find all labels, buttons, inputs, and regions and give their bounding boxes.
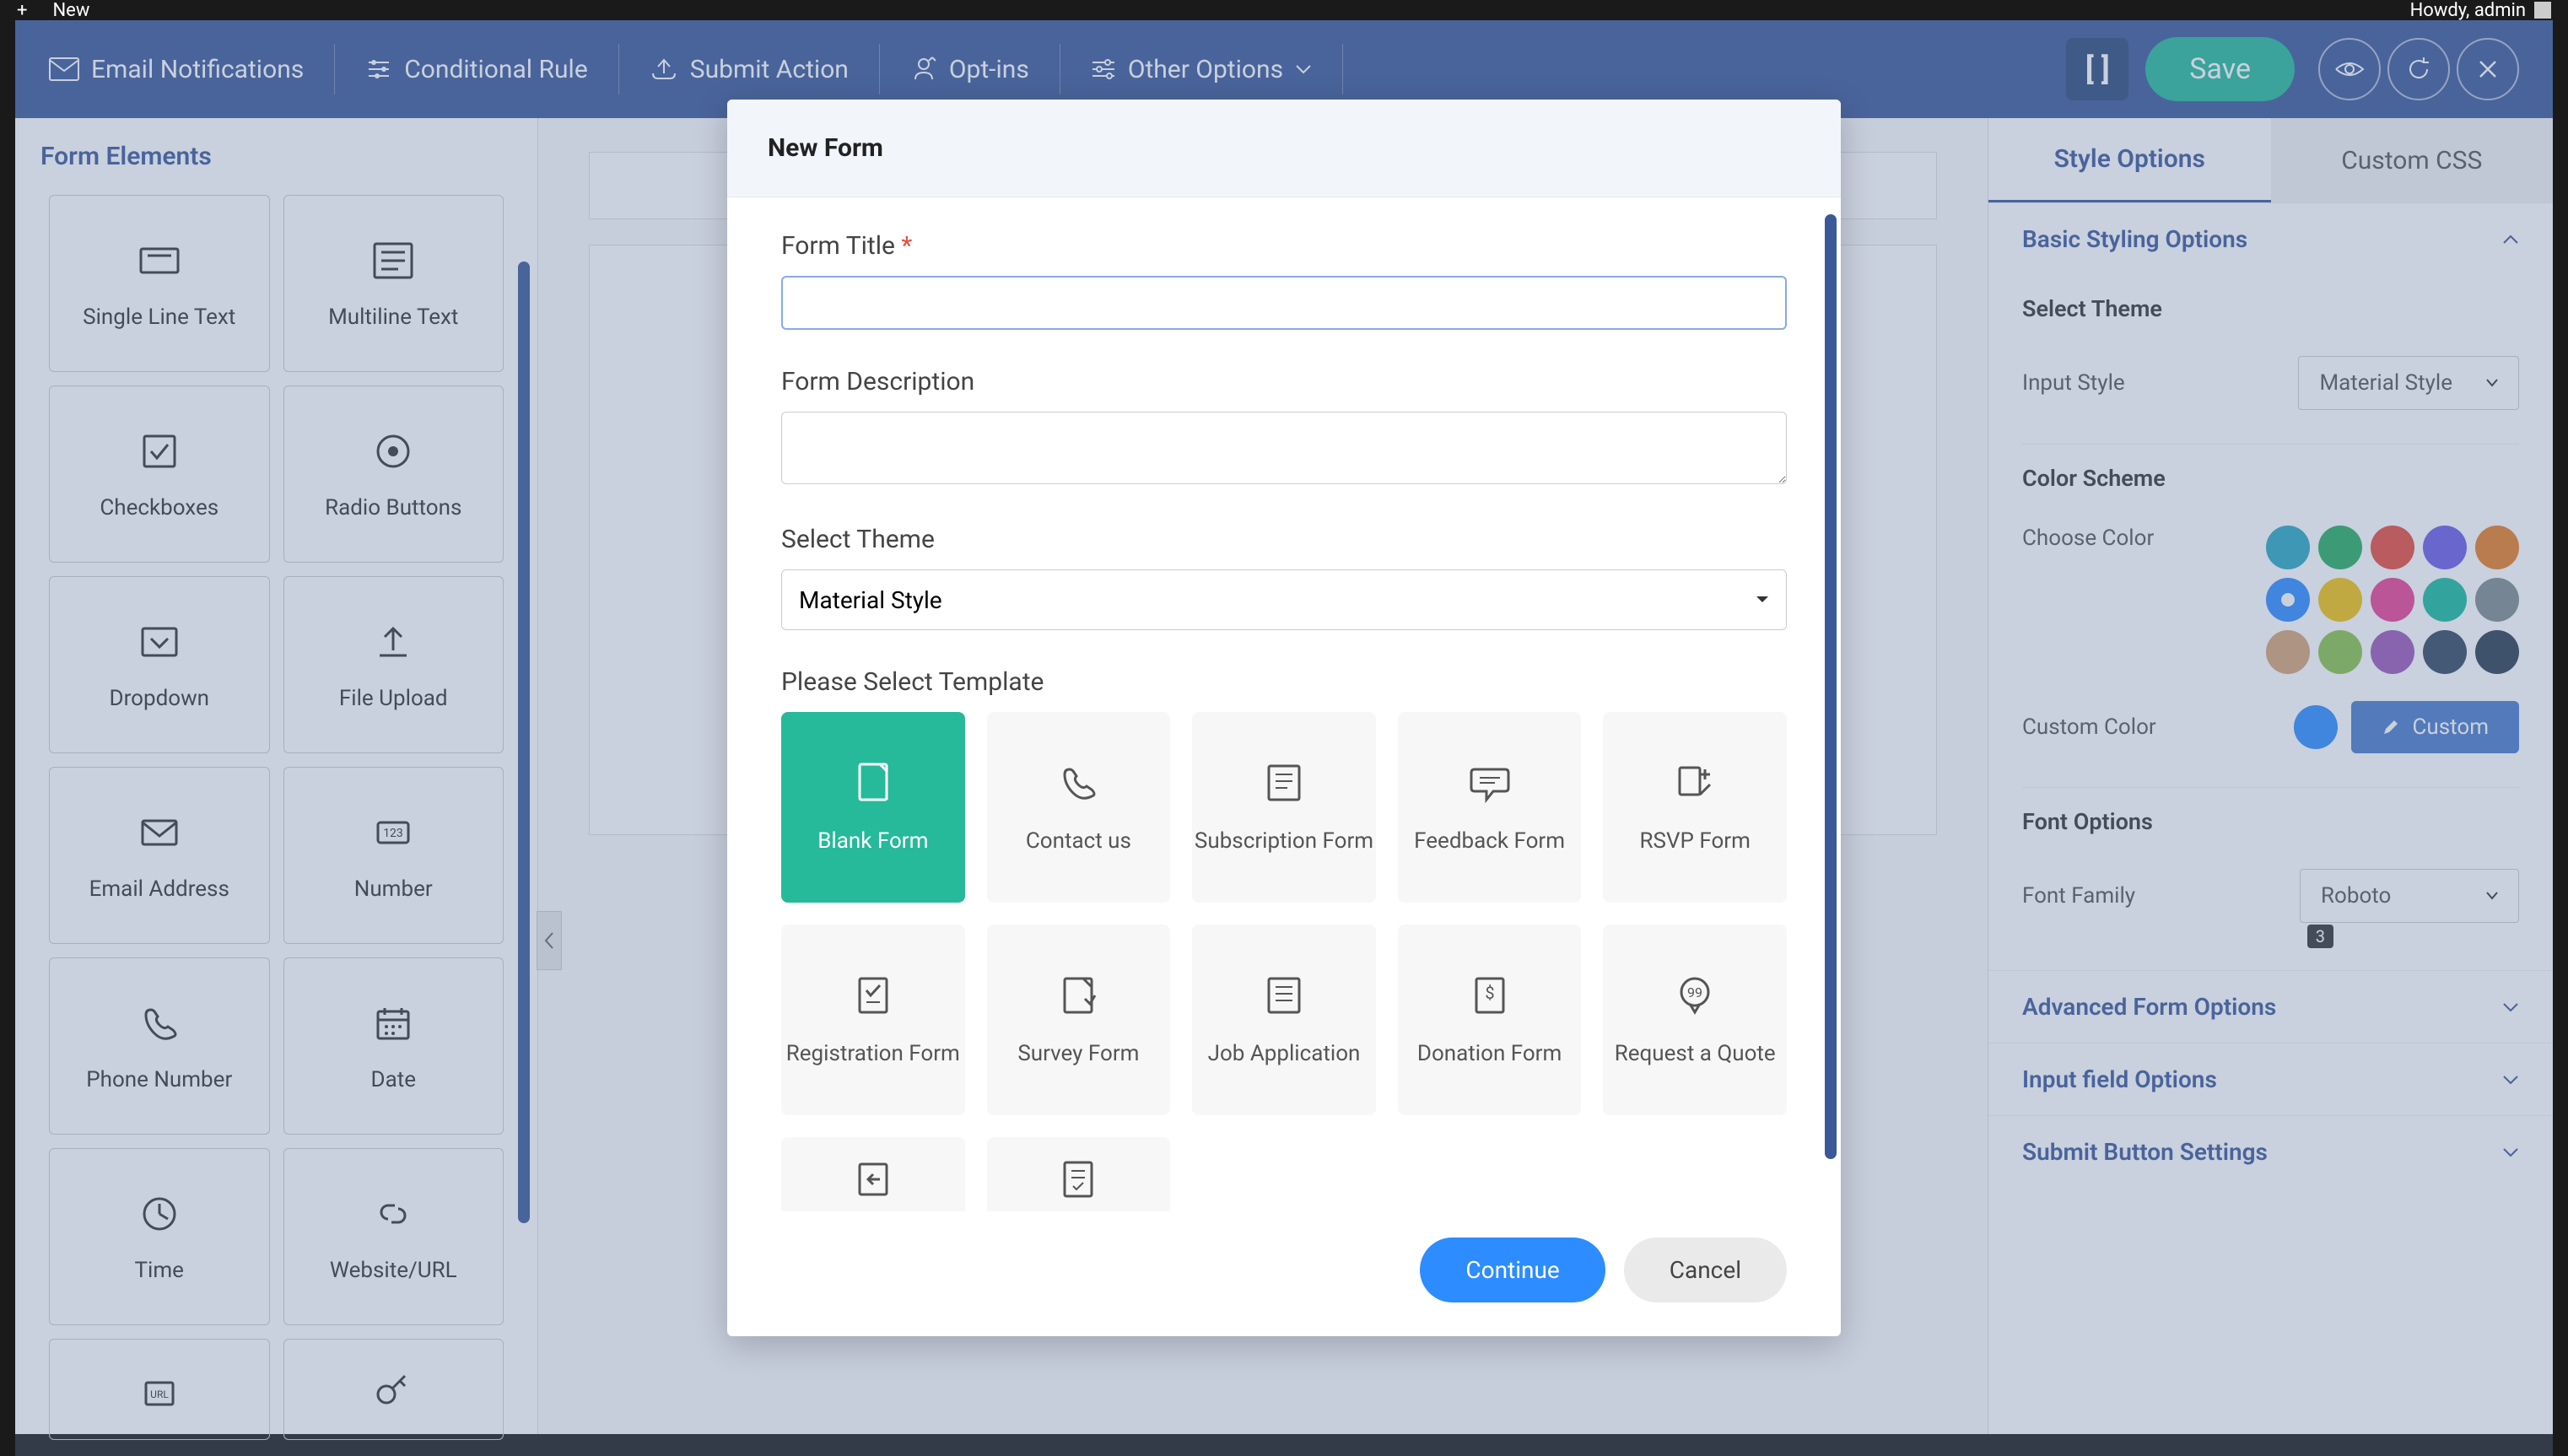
template-donation-form[interactable]: $ Donation Form xyxy=(1398,925,1582,1115)
form-description-label: Form Description xyxy=(781,367,1787,396)
template-icon xyxy=(1670,758,1720,808)
plus-icon[interactable]: + xyxy=(17,0,27,21)
template-contact-us[interactable]: Contact us xyxy=(987,712,1171,903)
modal-scrollbar[interactable] xyxy=(1825,214,1837,1159)
avatar[interactable] xyxy=(2534,2,2551,19)
template-label: Contact us xyxy=(1026,827,1131,856)
select-template-label: Please Select Template xyxy=(781,667,1787,697)
template-label: Survey Form xyxy=(1017,1039,1139,1069)
template-icon xyxy=(848,1154,898,1205)
template-job-application[interactable]: Job Application xyxy=(1192,925,1376,1115)
template-label: Subscription Form xyxy=(1195,827,1373,856)
template-icon xyxy=(848,758,898,808)
template-label: Donation Form xyxy=(1417,1039,1562,1069)
template-icon: $ xyxy=(1465,970,1515,1021)
new-link[interactable]: New xyxy=(52,0,89,21)
select-theme-label: Select Theme xyxy=(781,525,1787,554)
template-rsvp-form[interactable]: RSVP Form xyxy=(1603,712,1787,903)
modal-title: New Form xyxy=(727,100,1841,197)
template-icon xyxy=(848,970,898,1021)
svg-text:99: 99 xyxy=(1687,984,1702,1000)
template-label: Job Application xyxy=(1208,1039,1361,1069)
template-label: RSVP Form xyxy=(1639,827,1750,856)
new-form-modal: New Form Form Title * Form Description S… xyxy=(727,100,1841,1336)
template-registration-form[interactable]: Registration Form xyxy=(781,925,965,1115)
template-request-a-quote[interactable]: 99 Request a Quote xyxy=(1603,925,1787,1115)
caret-down-icon xyxy=(1756,596,1769,604)
template-survey-form[interactable]: Survey Form xyxy=(987,925,1171,1115)
template-subscription-form[interactable]: Subscription Form xyxy=(1192,712,1376,903)
modal-overlay: New Form Form Title * Form Description S… xyxy=(15,20,2553,1456)
template-icon xyxy=(1053,758,1103,808)
form-title-input[interactable] xyxy=(781,276,1787,330)
template-feedback-form[interactable]: Feedback Form xyxy=(1398,712,1582,903)
template-label: Request a Quote xyxy=(1615,1039,1776,1069)
template-icon xyxy=(1259,970,1309,1021)
template-label: Blank Form xyxy=(817,827,928,856)
template-blank-form[interactable]: Blank Form xyxy=(781,712,965,903)
template-icon xyxy=(1053,970,1103,1021)
user-greeting[interactable]: Howdy, admin xyxy=(2410,0,2526,21)
form-description-input[interactable] xyxy=(781,412,1787,484)
template-icon: 99 xyxy=(1670,970,1720,1021)
modal-footer: Continue Cancel xyxy=(727,1211,1841,1336)
svg-text:$: $ xyxy=(1485,983,1494,1003)
template-card[interactable] xyxy=(781,1137,965,1211)
modal-body: Form Title * Form Description Select The… xyxy=(727,197,1841,1211)
theme-select[interactable]: Material Style xyxy=(781,569,1787,630)
continue-button[interactable]: Continue xyxy=(1420,1238,1605,1302)
template-label: Feedback Form xyxy=(1414,827,1565,856)
form-title-label: Form Title * xyxy=(781,231,1787,261)
template-label: Registration Form xyxy=(786,1039,960,1069)
template-icon xyxy=(1259,758,1309,808)
template-icon xyxy=(1053,1154,1103,1205)
cancel-button[interactable]: Cancel xyxy=(1624,1238,1787,1302)
template-icon xyxy=(1465,758,1515,808)
wp-admin-bar: + New Howdy, admin xyxy=(0,0,2568,20)
template-card[interactable] xyxy=(987,1137,1171,1211)
